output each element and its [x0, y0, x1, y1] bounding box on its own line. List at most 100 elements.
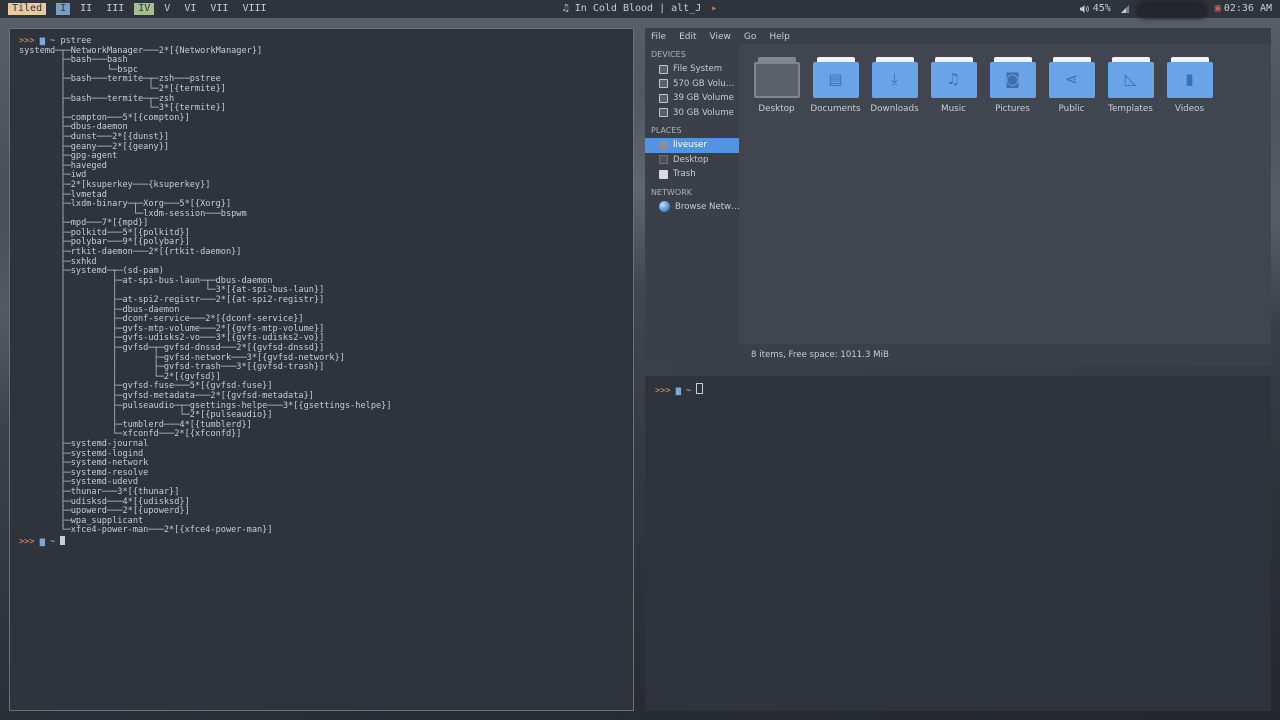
videos-folder-icon: ▮ [1166, 57, 1213, 98]
prompt-tilde: ~ [686, 386, 692, 396]
file-item-documents[interactable]: ▤ Documents [806, 56, 865, 114]
file-view: Desktop ▤ Documents ⤓ Downloads ♫ Music … [739, 44, 1271, 344]
sidebar-item-file-system[interactable]: File System [645, 62, 739, 77]
workspace-5[interactable]: V [160, 3, 174, 15]
volume-value: 45% [1092, 3, 1111, 14]
sidebar-item-label: 570 GB Volu… [673, 78, 735, 89]
public-folder-icon: ⋖ [1048, 57, 1095, 98]
file-label: Videos [1174, 104, 1205, 114]
globe-icon [659, 201, 670, 213]
sidebar-item-label: Trash [673, 169, 696, 179]
prompt-line[interactable]: >>> ▆ ~ [655, 383, 1271, 396]
sidebar-item-desktop[interactable]: Desktop [645, 153, 739, 168]
workspace-8[interactable]: VIII [238, 3, 270, 15]
workspace-6[interactable]: VI [180, 3, 200, 15]
menu-help[interactable]: Help [769, 30, 790, 45]
sidebar: DEVICES File System 570 GB Volu… 39 GB V… [645, 44, 739, 366]
active-prompt-line[interactable]: >>> ▆ ~ [19, 535, 633, 548]
file-item-public[interactable]: ⋖ Public [1042, 56, 1101, 114]
file-item-desktop[interactable]: Desktop [747, 56, 806, 114]
file-item-music[interactable]: ♫ Music [924, 56, 983, 114]
pstree-line: ├─haveged [19, 160, 107, 171]
file-item-downloads[interactable]: ⤓ Downloads [865, 56, 924, 114]
pstree-line: └─xfce4-power-man───2*[{xfce4-power-man}… [19, 525, 273, 536]
layout-indicator[interactable]: Tiled [8, 3, 47, 15]
volume-module[interactable]: 45% [1079, 0, 1111, 18]
sidebar-item-label: Desktop [673, 154, 709, 165]
music-folder-icon: ♫ [930, 57, 977, 98]
folder-icon: ▆ [39, 36, 45, 46]
redacted-network-name [1138, 2, 1205, 16]
text-cursor [696, 383, 704, 394]
wifi-signal-icon [1120, 5, 1129, 13]
file-label: Music [940, 104, 967, 114]
workspace-2[interactable]: II [76, 3, 96, 15]
sidebar-item-30gb[interactable]: 30 GB Volume [645, 106, 739, 121]
clock-time: 02:36 AM [1223, 3, 1272, 14]
track-title: In Cold Blood | alt_J [574, 3, 702, 14]
sidebar-item-liveuser[interactable]: liveuser [645, 138, 739, 153]
pstree-output: systemd─┬─NetworkManager───2*[{NetworkMa… [19, 46, 633, 536]
documents-folder-icon: ▤ [812, 57, 859, 98]
file-item-templates[interactable]: ◺ Templates [1101, 56, 1160, 114]
command-text: pstree [60, 36, 92, 46]
menu-edit[interactable]: Edit [679, 30, 696, 45]
next-track-icon[interactable]: ▸ [711, 3, 717, 14]
devices-header: DEVICES [651, 50, 686, 59]
text-cursor [60, 535, 66, 545]
sidebar-item-browse-network[interactable]: Browse Netw… [645, 200, 739, 215]
terminal-right[interactable]: >>> ▆ ~ [645, 376, 1271, 711]
workspace-4[interactable]: IV [134, 3, 155, 15]
pstree-line: ├─rtkit-daemon───2*[{rtkit-daemon}] [19, 247, 242, 258]
menu-go[interactable]: Go [744, 30, 756, 45]
sidebar-item-570gb[interactable]: 570 GB Volu… [645, 77, 739, 92]
prompt-arrows: >>> [655, 386, 671, 396]
file-label: Pictures [995, 104, 1030, 114]
desktop-folder-icon [753, 57, 800, 98]
file-label: Documents [810, 104, 861, 114]
places-header: PLACES [651, 126, 682, 135]
network-header: NETWORK [651, 187, 692, 197]
pictures-folder-icon: ◙ [989, 57, 1036, 98]
sidebar-item-39gb[interactable]: 39 GB Volume [645, 91, 739, 106]
folder-icon: ▆ [675, 386, 681, 396]
wifi-module[interactable] [1120, 5, 1129, 13]
prompt-arrows: >>> [19, 536, 35, 547]
top-bar: Tiled I II III IV V VI VII VIII ♫ In Col… [0, 0, 1280, 18]
file-label: Public [1058, 104, 1085, 114]
drive-icon [659, 79, 668, 89]
pstree-line: ├─2*[ksuperkey───{ksuperkey}] [19, 179, 211, 190]
workspace-3[interactable]: III [102, 3, 128, 15]
home-icon [659, 140, 668, 150]
desktop-icon [659, 155, 668, 165]
bar-right-modules: 45% ▣ 02:36 AM [1070, 0, 1272, 18]
menu-bar: File Edit View Go Help [645, 28, 1271, 45]
file-label: Templates [1108, 104, 1153, 114]
file-label: Downloads [870, 104, 919, 114]
sidebar-item-label: 39 GB Volume [673, 93, 734, 103]
clock-module[interactable]: ▣ 02:36 AM [1215, 0, 1272, 18]
speaker-icon [1079, 5, 1089, 13]
workspace-1[interactable]: I [56, 3, 71, 15]
workspace-list: I II III IV V VI VII VIII [56, 3, 276, 15]
terminal-left[interactable]: >>> ▆ ~ pstree systemd─┬─NetworkManager─… [9, 28, 634, 711]
drive-icon [659, 93, 668, 103]
music-note-icon: ♫ [562, 3, 569, 14]
downloads-folder-icon: ⤓ [871, 57, 918, 98]
menu-view[interactable]: View [710, 30, 731, 45]
trash-icon [659, 169, 668, 179]
sidebar-item-trash[interactable]: Trash [645, 167, 739, 182]
menu-file[interactable]: File [651, 30, 666, 45]
calendar-icon: ▣ [1214, 3, 1221, 14]
prompt-arrows: >>> [19, 36, 35, 46]
file-item-videos[interactable]: ▮ Videos [1160, 56, 1219, 114]
sidebar-item-label: liveuser [673, 140, 707, 150]
file-item-pictures[interactable]: ◙ Pictures [983, 56, 1042, 114]
file-manager-window: File Edit View Go Help DEVICES File Syst… [645, 28, 1271, 366]
sidebar-item-label: 30 GB Volume [673, 107, 734, 118]
file-grid: Desktop ▤ Documents ⤓ Downloads ♫ Music … [747, 56, 1219, 114]
now-playing-inner[interactable]: ♫ In Cold Blood | alt_J ▸ [563, 0, 718, 18]
status-bar: 8 items, Free space: 1011.3 MiB [739, 344, 1271, 366]
sidebar-item-label: Browse Netw… [675, 201, 739, 212]
workspace-7[interactable]: VII [206, 3, 232, 15]
